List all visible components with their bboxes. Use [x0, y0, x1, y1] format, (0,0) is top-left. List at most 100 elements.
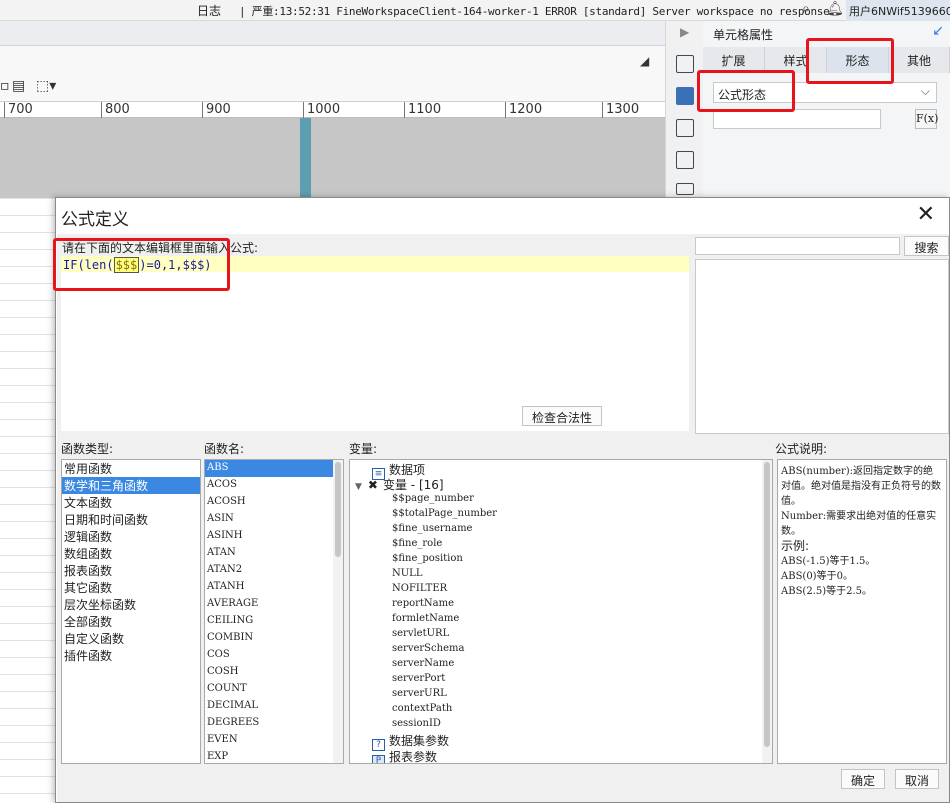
tree-leaf[interactable]: serverSchema: [392, 643, 464, 658]
scrollbar-thumb[interactable]: [335, 462, 341, 557]
list-item[interactable]: 逻辑函数: [62, 528, 200, 545]
list-item[interactable]: 数学和三角函数: [62, 477, 200, 494]
list-item[interactable]: 日期和时间函数: [62, 511, 200, 528]
collapse-icon[interactable]: ◢: [640, 54, 649, 68]
tree-node-report-params[interactable]: P 报表参数: [372, 748, 437, 763]
cell-element-icon[interactable]: [676, 55, 694, 73]
list-item[interactable]: EXP: [205, 749, 343, 763]
function-search-input[interactable]: [695, 237, 900, 255]
list-item[interactable]: ASIN: [205, 511, 343, 528]
scrollbar[interactable]: [333, 460, 343, 763]
list-item[interactable]: COUNT: [205, 681, 343, 698]
scrollbar-thumb[interactable]: [764, 462, 770, 747]
list-item[interactable]: COSH: [205, 664, 343, 681]
chevron-right-icon[interactable]: ▶: [680, 25, 689, 39]
ruler-tick: 1000: [303, 102, 340, 118]
ruler-tick: 1300: [602, 102, 639, 118]
function-name-list[interactable]: ABS ACOS ACOSH ASIN ASINH ATAN ATAN2 ATA…: [204, 459, 344, 764]
formula-editor-button[interactable]: F(x): [915, 109, 938, 129]
list-item[interactable]: COMBIN: [205, 630, 343, 647]
tree-leaf[interactable]: $fine_position: [392, 553, 463, 568]
cell-attribute-icon[interactable]: [676, 87, 694, 105]
function-type-list[interactable]: 常用函数 数学和三角函数 文本函数 日期和时间函数 逻辑函数 数组函数 报表函数…: [61, 459, 201, 764]
list-item[interactable]: AVERAGE: [205, 596, 343, 613]
tree-leaf[interactable]: serverURL: [392, 688, 447, 703]
dialog-body: 请在下面的文本编辑框里面输入公式: IF(len($$$)=0,1,$$$) 检…: [57, 234, 949, 802]
formula-input[interactable]: [713, 109, 881, 129]
hyperlink-icon[interactable]: [676, 183, 694, 195]
tree-node-variables[interactable]: ▼ ✖ 变量 - [16]: [355, 476, 444, 492]
function-types-label: 函数类型:: [61, 442, 114, 456]
list-item[interactable]: DEGREES: [205, 715, 343, 732]
panel-title: 单元格属性: [713, 28, 774, 42]
list-item[interactable]: EVEN: [205, 732, 343, 749]
tree-leaf[interactable]: sessionID: [392, 718, 441, 733]
parameter-icon: P: [372, 755, 385, 763]
log-label[interactable]: 日志: [197, 2, 221, 19]
list-item[interactable]: ACOS: [205, 477, 343, 494]
ruler-tick: 1100: [404, 102, 441, 118]
close-icon[interactable]: ✕: [917, 202, 935, 227]
search-results[interactable]: [695, 259, 949, 434]
description-text: Number:需要求出绝对值的任意实数。: [781, 511, 937, 537]
tree-leaf[interactable]: reportName: [392, 598, 454, 613]
list-item[interactable]: DECIMAL: [205, 698, 343, 715]
description-text: ABS(-1.5)等于1.5。: [781, 556, 876, 567]
merge-icon[interactable]: ▤: [12, 78, 25, 94]
tree-leaf[interactable]: $$page_number: [392, 493, 474, 508]
scrollbar[interactable]: [762, 460, 772, 763]
border-icon[interactable]: ⬚▾: [36, 78, 56, 94]
toolbar-icon[interactable]: ▫: [0, 78, 10, 94]
ok-button[interactable]: 确定: [841, 769, 885, 789]
cancel-button[interactable]: 取消: [895, 769, 939, 789]
list-item[interactable]: ABS: [205, 460, 333, 477]
tree-leaf[interactable]: $fine_role: [392, 538, 442, 553]
list-item[interactable]: 层次坐标函数: [62, 596, 200, 613]
tree-leaf[interactable]: contextPath: [392, 703, 452, 718]
ruler-tick: 700: [4, 102, 33, 118]
list-item[interactable]: 数组函数: [62, 545, 200, 562]
tree-leaf[interactable]: NOFILTER: [392, 583, 447, 598]
list-item[interactable]: ATAN2: [205, 562, 343, 579]
tree-node-data-items[interactable]: ≡ 数据项: [372, 461, 425, 480]
variable-tree[interactable]: ≡ 数据项 ▼ ✖ 变量 - [16] $$page_number $$totalPa…: [349, 459, 773, 764]
list-item[interactable]: ATAN: [205, 545, 343, 562]
check-validity-button[interactable]: 检查合法性: [522, 406, 602, 426]
tree-node-dataset-params[interactable]: ? 数据集参数: [372, 732, 449, 751]
search-icon[interactable]: ⌕: [802, 1, 810, 17]
list-item[interactable]: ASINH: [205, 528, 343, 545]
list-item[interactable]: 全部函数: [62, 613, 200, 630]
pin-icon[interactable]: ↙: [932, 23, 944, 39]
list-item[interactable]: ATANH: [205, 579, 343, 596]
tree-leaf[interactable]: NULL: [392, 568, 422, 583]
list-item[interactable]: 报表函数: [62, 562, 200, 579]
user-account[interactable]: 用户6NWif5139660: [846, 0, 950, 21]
tree-leaf[interactable]: $fine_username: [392, 523, 472, 538]
description-label: 公式说明:: [775, 442, 828, 456]
search-button[interactable]: 搜索: [904, 236, 949, 256]
page-boundary: [300, 118, 311, 198]
list-item[interactable]: COS: [205, 647, 343, 664]
description-text: ABS(2.5)等于2.5。: [781, 586, 873, 597]
tree-leaf[interactable]: $$totalPage_number: [392, 508, 497, 523]
list-item[interactable]: 其它函数: [62, 579, 200, 596]
tree-leaf[interactable]: serverPort: [392, 673, 445, 688]
tree-leaf[interactable]: servletURL: [392, 628, 449, 643]
list-item[interactable]: 文本函数: [62, 494, 200, 511]
highlight-box: [806, 38, 894, 84]
tree-leaf[interactable]: formletName: [392, 613, 459, 628]
expand-icon[interactable]: ▼: [355, 482, 362, 492]
bell-icon[interactable]: 🔔︎: [826, 1, 844, 17]
list-item[interactable]: 插件函数: [62, 647, 200, 664]
tab-other[interactable]: 其他: [889, 47, 950, 73]
list-item[interactable]: ACOSH: [205, 494, 343, 511]
list-item[interactable]: 自定义函数: [62, 630, 200, 647]
dialog-title: 公式定义: [61, 210, 129, 230]
description-text: ABS(number):返回指定数字的绝对值。绝对值是指没有正负符号的数值。: [781, 466, 941, 507]
list-item[interactable]: 常用函数: [62, 460, 200, 477]
list-item[interactable]: CEILING: [205, 613, 343, 630]
widget-icon[interactable]: [676, 119, 694, 137]
tree-leaf[interactable]: serverName: [392, 658, 454, 673]
design-canvas[interactable]: [0, 118, 665, 198]
condition-icon[interactable]: [676, 151, 694, 169]
